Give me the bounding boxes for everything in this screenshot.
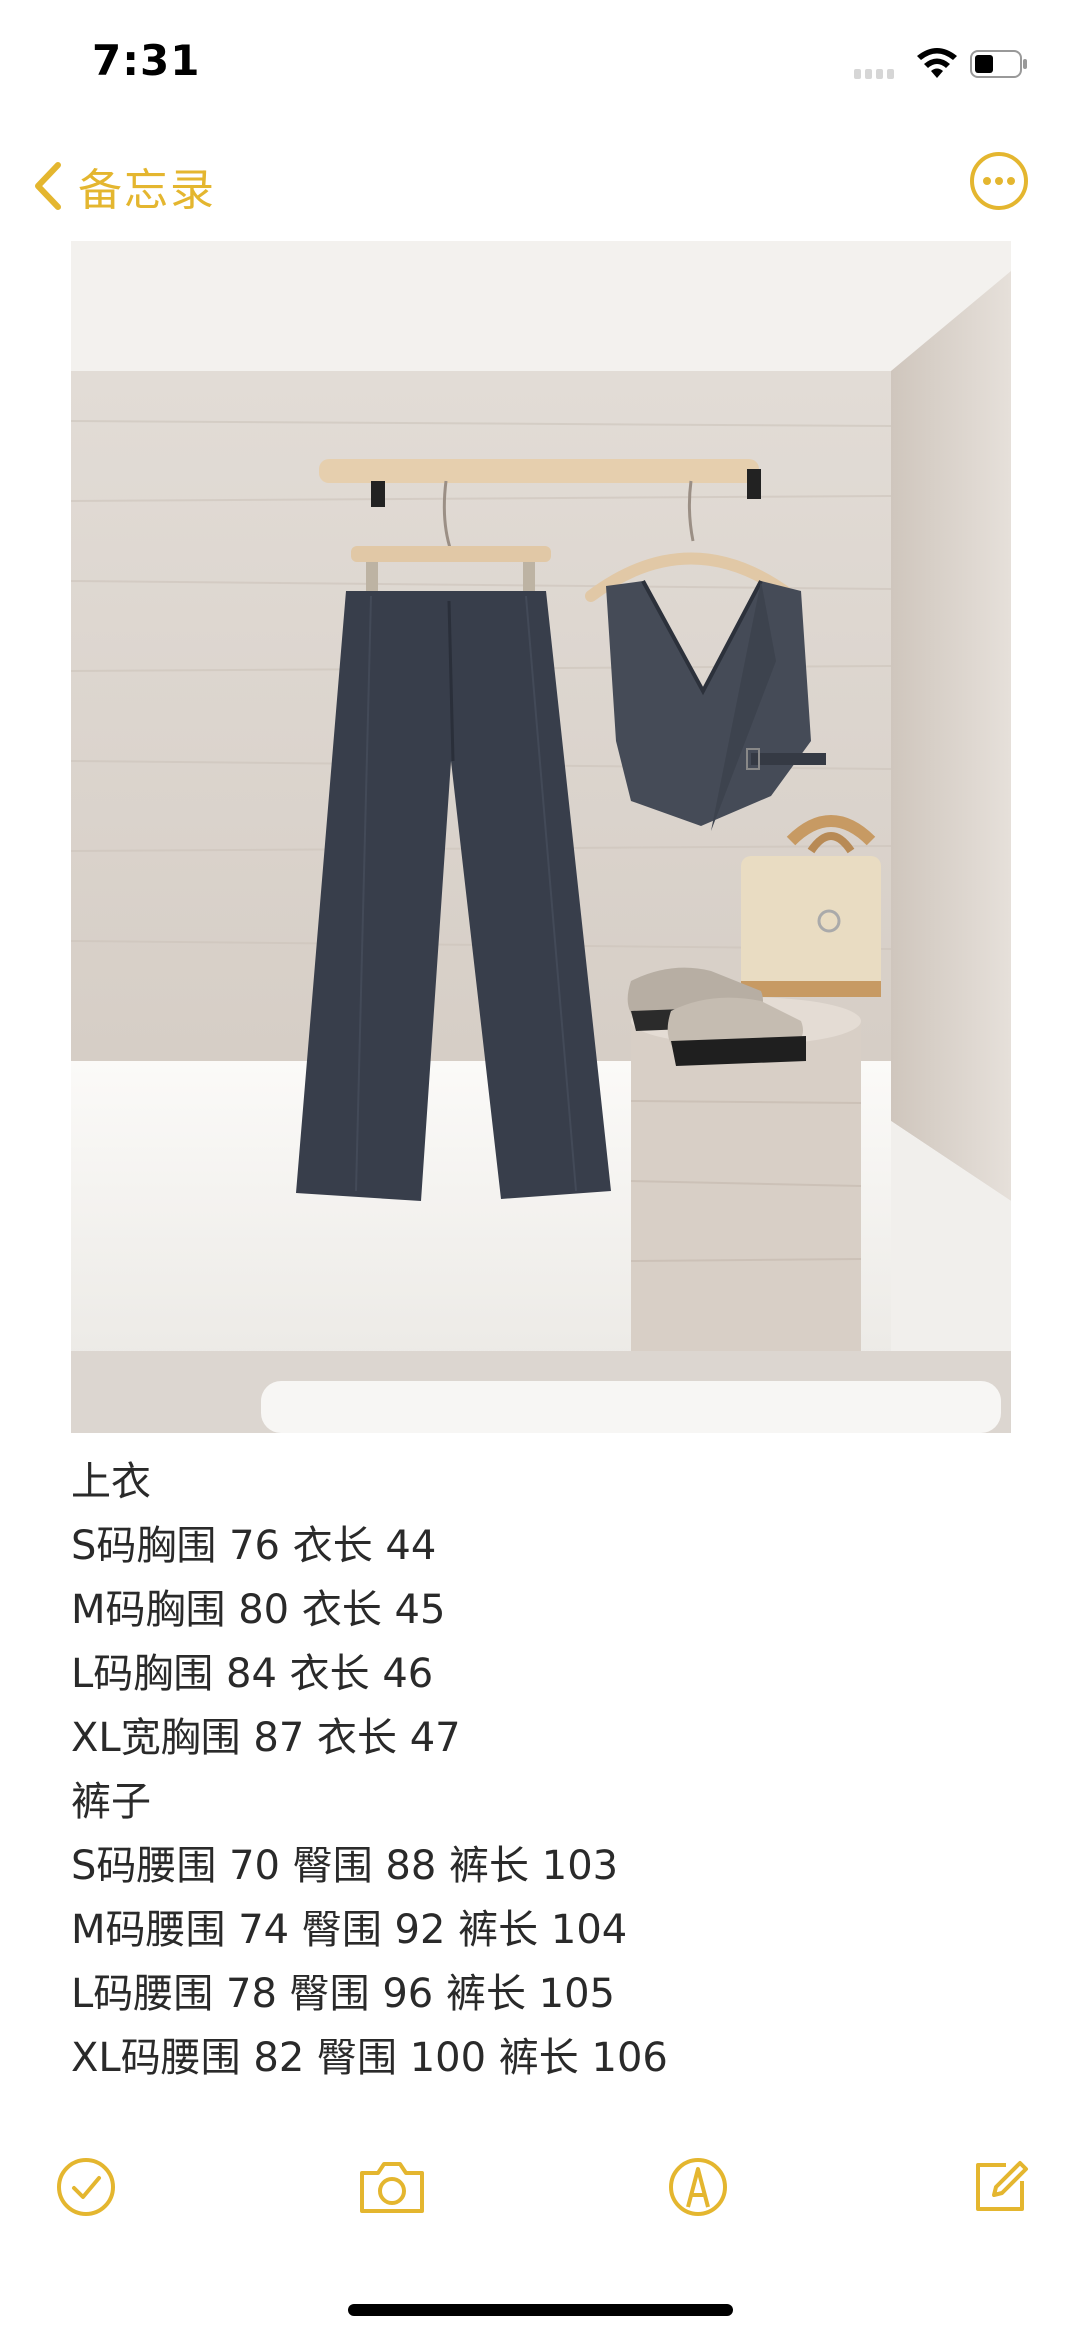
note-line: XL码腰围 82 臀围 100 裤长 106 — [71, 2035, 668, 2081]
checklist-icon[interactable] — [54, 2155, 118, 2219]
back-label: 备忘录 — [78, 165, 216, 216]
chevron-left-icon — [35, 162, 61, 210]
bottom-toolbar — [0, 2155, 1080, 2225]
camera-icon[interactable] — [356, 2155, 428, 2219]
nav-bar: 备忘录 — [0, 150, 1080, 220]
attached-photo[interactable] — [71, 241, 1011, 1433]
cellular-signal-icon — [854, 64, 900, 79]
compose-icon[interactable] — [968, 2155, 1032, 2219]
note-line: M码腰围 74 臀围 92 裤长 104 — [71, 1907, 628, 1953]
note-line: S码腰围 70 臀围 88 裤长 103 — [71, 1843, 619, 1889]
back-button[interactable]: 备忘录 — [30, 156, 216, 216]
status-bar: 7:31 — [0, 0, 1080, 120]
wifi-icon — [917, 48, 957, 78]
note-line-section-top: 上衣 — [71, 1459, 151, 1505]
status-time: 7:31 — [92, 36, 201, 85]
note-line: XL宽胸围 87 衣长 47 — [71, 1715, 461, 1761]
markup-icon[interactable] — [666, 2155, 730, 2219]
note-line: L码胸围 84 衣长 46 — [71, 1651, 434, 1697]
home-indicator[interactable] — [348, 2304, 733, 2316]
more-options-icon[interactable] — [968, 150, 1030, 212]
note-line: S码胸围 76 衣长 44 — [71, 1523, 437, 1569]
product-photo-image — [71, 241, 1011, 1433]
note-line: L码腰围 78 臀围 96 裤长 105 — [71, 1971, 616, 2017]
note-line-section-pants: 裤子 — [71, 1779, 151, 1825]
battery-icon — [970, 50, 1027, 78]
note-line: M码胸围 80 衣长 45 — [71, 1587, 446, 1633]
note-body[interactable]: 上衣 S码胸围 76 衣长 44 M码胸围 80 衣长 45 L码胸围 84 衣… — [71, 1450, 1011, 2090]
